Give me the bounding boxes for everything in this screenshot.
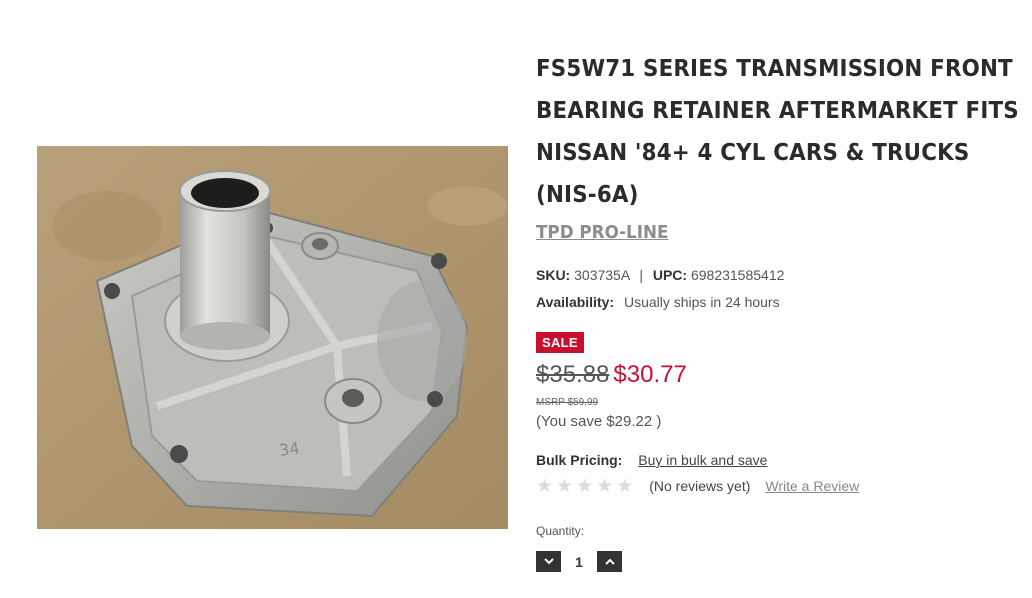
star-icon: ★: [536, 475, 554, 497]
separator: |: [639, 267, 643, 283]
reviews-row: ★ ★ ★ ★ ★ (No reviews yet) Write a Revie…: [536, 476, 859, 496]
you-save-text: (You save $29.22 ): [536, 413, 662, 430]
msrp-price: MSRP $59.99: [536, 397, 599, 408]
price-row: $35.88 $30.77: [536, 361, 687, 389]
upc-label: UPC:: [652, 267, 688, 283]
quantity-input[interactable]: 1: [561, 554, 597, 570]
quantity-increment-button[interactable]: [597, 551, 622, 572]
bulk-pricing-link[interactable]: Buy in bulk and save: [638, 452, 767, 468]
sku-value: 303735A: [574, 267, 630, 283]
star-icon: ★: [576, 475, 594, 497]
chevron-up-icon: [604, 558, 615, 565]
quantity-stepper: 1: [536, 551, 622, 572]
brand-link[interactable]: TPD PRO-LINE: [536, 222, 668, 243]
star-icon: ★: [596, 475, 614, 497]
upc-value: 698231585412: [690, 267, 785, 283]
chevron-down-icon: [543, 558, 554, 565]
review-count: (No reviews yet): [649, 478, 751, 494]
star-icon: ★: [616, 475, 634, 497]
part-stamp: 34: [278, 438, 301, 460]
product-title: FS5W71 SERIES TRANSMISSION FRONT BEARING…: [536, 56, 1019, 208]
rating-stars: ★ ★ ★ ★ ★: [536, 475, 634, 497]
sku-upc-row: SKU: 303735A | UPC: 698231585412: [536, 267, 784, 283]
sku-label: SKU:: [536, 267, 571, 283]
bulk-pricing-label: Bulk Pricing:: [536, 452, 623, 468]
product-details: FS5W71 SERIES TRANSMISSION FRONT BEARING…: [536, 48, 1019, 572]
availability-row: Availability: Usually ships in 24 hours: [536, 294, 780, 310]
star-icon: ★: [556, 475, 574, 497]
quantity-label: Quantity:: [536, 524, 585, 538]
product-image[interactable]: 34: [37, 146, 508, 529]
bulk-pricing-row: Bulk Pricing: Buy in bulk and save: [536, 452, 767, 468]
quantity-decrement-button[interactable]: [536, 551, 561, 572]
product-photo: 34: [37, 146, 508, 529]
availability-value: Usually ships in 24 hours: [623, 294, 780, 310]
old-price: $35.88: [536, 361, 610, 388]
availability-label: Availability:: [536, 294, 615, 310]
write-review-link[interactable]: Write a Review: [765, 478, 859, 494]
sale-badge: SALE: [536, 332, 584, 353]
sale-price: $30.77: [613, 361, 687, 388]
